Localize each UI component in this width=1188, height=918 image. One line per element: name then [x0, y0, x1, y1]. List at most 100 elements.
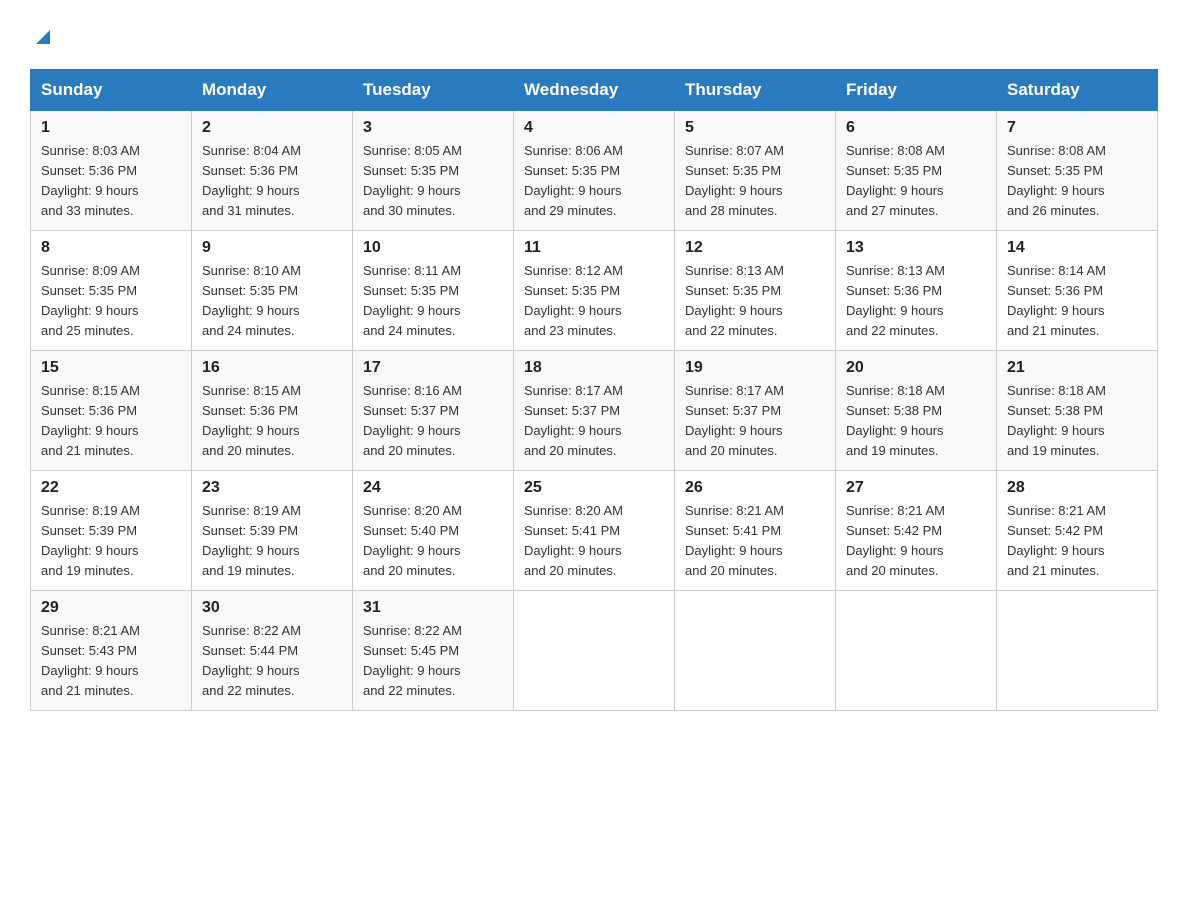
calendar-cell: 25Sunrise: 8:20 AMSunset: 5:41 PMDayligh… — [514, 471, 675, 591]
day-info: Sunrise: 8:17 AMSunset: 5:37 PMDaylight:… — [685, 381, 825, 462]
day-number: 16 — [202, 359, 342, 377]
calendar-cell: 18 Sunrise: 8:17 AMSunset: 5:37 PMDayligh… — [514, 351, 675, 471]
calendar-cell: 21 Sunrise: 8:18 AMSunset: 5:38 PMDayligh… — [997, 351, 1158, 471]
calendar-cell: 14Sunrise: 8:14 AMSunset: 5:36 PMDayligh… — [997, 231, 1158, 351]
calendar-cell: 6Sunrise: 8:08 AMSunset: 5:35 PMDaylight… — [836, 111, 997, 231]
day-number: 9 — [202, 239, 342, 257]
day-info: Sunrise: 8:21 AMSunset: 5:42 PMDaylight:… — [846, 501, 986, 582]
calendar-cell: 15 Sunrise: 8:15 AMSunset: 5:36 PMDayligh… — [31, 351, 192, 471]
weekday-header-thursday: Thursday — [675, 70, 836, 111]
day-number: 11 — [524, 239, 664, 257]
day-info: Sunrise: 8:20 AMSunset: 5:40 PMDaylight:… — [363, 501, 503, 582]
day-number: 20 — [846, 359, 986, 377]
day-number: 8 — [41, 239, 181, 257]
day-info: Sunrise: 8:12 AMSunset: 5:35 PMDaylight:… — [524, 261, 664, 342]
day-number: 22 — [41, 479, 181, 497]
day-info: Sunrise: 8:15 AMSunset: 5:36 PMDaylight:… — [41, 381, 181, 462]
calendar-cell: 5 Sunrise: 8:07 AMSunset: 5:35 PMDaylight… — [675, 111, 836, 231]
calendar-cell: 17 Sunrise: 8:16 AMSunset: 5:37 PMDayligh… — [353, 351, 514, 471]
logo-triangle-icon — [30, 20, 56, 51]
logo — [30, 20, 56, 51]
calendar-cell — [997, 591, 1158, 711]
day-info: Sunrise: 8:14 AMSunset: 5:36 PMDaylight:… — [1007, 261, 1147, 342]
day-info: Sunrise: 8:21 AMSunset: 5:43 PMDaylight:… — [41, 621, 181, 702]
header — [30, 20, 1158, 51]
day-info: Sunrise: 8:03 AMSunset: 5:36 PMDaylight:… — [41, 141, 181, 222]
day-info: Sunrise: 8:08 AMSunset: 5:35 PMDaylight:… — [1007, 141, 1147, 222]
calendar-table: SundayMondayTuesdayWednesdayThursdayFrid… — [30, 69, 1158, 711]
day-number: 4 — [524, 119, 664, 137]
day-number: 30 — [202, 599, 342, 617]
week-row-4: 22 Sunrise: 8:19 AMSunset: 5:39 PMDayligh… — [31, 471, 1158, 591]
weekday-header-row: SundayMondayTuesdayWednesdayThursdayFrid… — [31, 70, 1158, 111]
day-number: 26 — [685, 479, 825, 497]
calendar-cell: 7 Sunrise: 8:08 AMSunset: 5:35 PMDaylight… — [997, 111, 1158, 231]
day-number: 23 — [202, 479, 342, 497]
week-row-2: 8 Sunrise: 8:09 AMSunset: 5:35 PMDaylight… — [31, 231, 1158, 351]
calendar-cell: 20 Sunrise: 8:18 AMSunset: 5:38 PMDayligh… — [836, 351, 997, 471]
day-info: Sunrise: 8:06 AMSunset: 5:35 PMDaylight:… — [524, 141, 664, 222]
day-info: Sunrise: 8:10 AMSunset: 5:35 PMDaylight:… — [202, 261, 342, 342]
calendar-cell: 26 Sunrise: 8:21 AMSunset: 5:41 PMDayligh… — [675, 471, 836, 591]
day-number: 10 — [363, 239, 503, 257]
day-info: Sunrise: 8:17 AMSunset: 5:37 PMDaylight:… — [524, 381, 664, 462]
calendar-cell: 3 Sunrise: 8:05 AMSunset: 5:35 PMDaylight… — [353, 111, 514, 231]
week-row-3: 15 Sunrise: 8:15 AMSunset: 5:36 PMDayligh… — [31, 351, 1158, 471]
day-info: Sunrise: 8:15 AMSunset: 5:36 PMDaylight:… — [202, 381, 342, 462]
week-row-1: 1Sunrise: 8:03 AMSunset: 5:36 PMDaylight… — [31, 111, 1158, 231]
day-info: Sunrise: 8:21 AMSunset: 5:41 PMDaylight:… — [685, 501, 825, 582]
calendar-cell: 16 Sunrise: 8:15 AMSunset: 5:36 PMDayligh… — [192, 351, 353, 471]
calendar-cell: 23 Sunrise: 8:19 AMSunset: 5:39 PMDayligh… — [192, 471, 353, 591]
day-info: Sunrise: 8:07 AMSunset: 5:35 PMDaylight:… — [685, 141, 825, 222]
calendar-cell: 31Sunrise: 8:22 AMSunset: 5:45 PMDayligh… — [353, 591, 514, 711]
calendar-cell: 27Sunrise: 8:21 AMSunset: 5:42 PMDayligh… — [836, 471, 997, 591]
day-number: 29 — [41, 599, 181, 617]
day-number: 2 — [202, 119, 342, 137]
calendar-cell: 1Sunrise: 8:03 AMSunset: 5:36 PMDaylight… — [31, 111, 192, 231]
day-info: Sunrise: 8:09 AMSunset: 5:35 PMDaylight:… — [41, 261, 181, 342]
day-number: 19 — [685, 359, 825, 377]
weekday-header-wednesday: Wednesday — [514, 70, 675, 111]
day-info: Sunrise: 8:11 AMSunset: 5:35 PMDaylight:… — [363, 261, 503, 342]
day-info: Sunrise: 8:19 AMSunset: 5:39 PMDaylight:… — [202, 501, 342, 582]
calendar-cell: 8 Sunrise: 8:09 AMSunset: 5:35 PMDaylight… — [31, 231, 192, 351]
day-number: 5 — [685, 119, 825, 137]
week-row-5: 29 Sunrise: 8:21 AMSunset: 5:43 PMDayligh… — [31, 591, 1158, 711]
day-info: Sunrise: 8:22 AMSunset: 5:44 PMDaylight:… — [202, 621, 342, 702]
day-number: 3 — [363, 119, 503, 137]
day-number: 17 — [363, 359, 503, 377]
day-number: 28 — [1007, 479, 1147, 497]
day-info: Sunrise: 8:20 AMSunset: 5:41 PMDaylight:… — [524, 501, 664, 582]
weekday-header-friday: Friday — [836, 70, 997, 111]
day-number: 15 — [41, 359, 181, 377]
day-number: 24 — [363, 479, 503, 497]
day-info: Sunrise: 8:04 AMSunset: 5:36 PMDaylight:… — [202, 141, 342, 222]
day-number: 13 — [846, 239, 986, 257]
day-info: Sunrise: 8:16 AMSunset: 5:37 PMDaylight:… — [363, 381, 503, 462]
calendar-cell: 24 Sunrise: 8:20 AMSunset: 5:40 PMDayligh… — [353, 471, 514, 591]
weekday-header-sunday: Sunday — [31, 70, 192, 111]
day-number: 12 — [685, 239, 825, 257]
logo-area — [30, 20, 56, 51]
day-number: 18 — [524, 359, 664, 377]
calendar-cell — [675, 591, 836, 711]
weekday-header-monday: Monday — [192, 70, 353, 111]
calendar-cell — [836, 591, 997, 711]
calendar-cell — [514, 591, 675, 711]
calendar-cell: 22Sunrise: 8:19 AMSunset: 5:39 PMDayligh… — [31, 471, 192, 591]
day-info: Sunrise: 8:13 AMSunset: 5:35 PMDaylight:… — [685, 261, 825, 342]
calendar-cell: 13 Sunrise: 8:13 AMSunset: 5:36 PMDayligh… — [836, 231, 997, 351]
calendar-cell: 10 Sunrise: 8:11 AMSunset: 5:35 PMDayligh… — [353, 231, 514, 351]
calendar-cell: 9 Sunrise: 8:10 AMSunset: 5:35 PMDaylight… — [192, 231, 353, 351]
weekday-header-tuesday: Tuesday — [353, 70, 514, 111]
day-number: 7 — [1007, 119, 1147, 137]
day-number: 31 — [363, 599, 503, 617]
day-info: Sunrise: 8:05 AMSunset: 5:35 PMDaylight:… — [363, 141, 503, 222]
day-info: Sunrise: 8:18 AMSunset: 5:38 PMDaylight:… — [846, 381, 986, 462]
day-number: 21 — [1007, 359, 1147, 377]
day-info: Sunrise: 8:13 AMSunset: 5:36 PMDaylight:… — [846, 261, 986, 342]
day-info: Sunrise: 8:18 AMSunset: 5:38 PMDaylight:… — [1007, 381, 1147, 462]
calendar-cell: 28Sunrise: 8:21 AMSunset: 5:42 PMDayligh… — [997, 471, 1158, 591]
calendar-cell: 4 Sunrise: 8:06 AMSunset: 5:35 PMDaylight… — [514, 111, 675, 231]
calendar-cell: 12 Sunrise: 8:13 AMSunset: 5:35 PMDayligh… — [675, 231, 836, 351]
